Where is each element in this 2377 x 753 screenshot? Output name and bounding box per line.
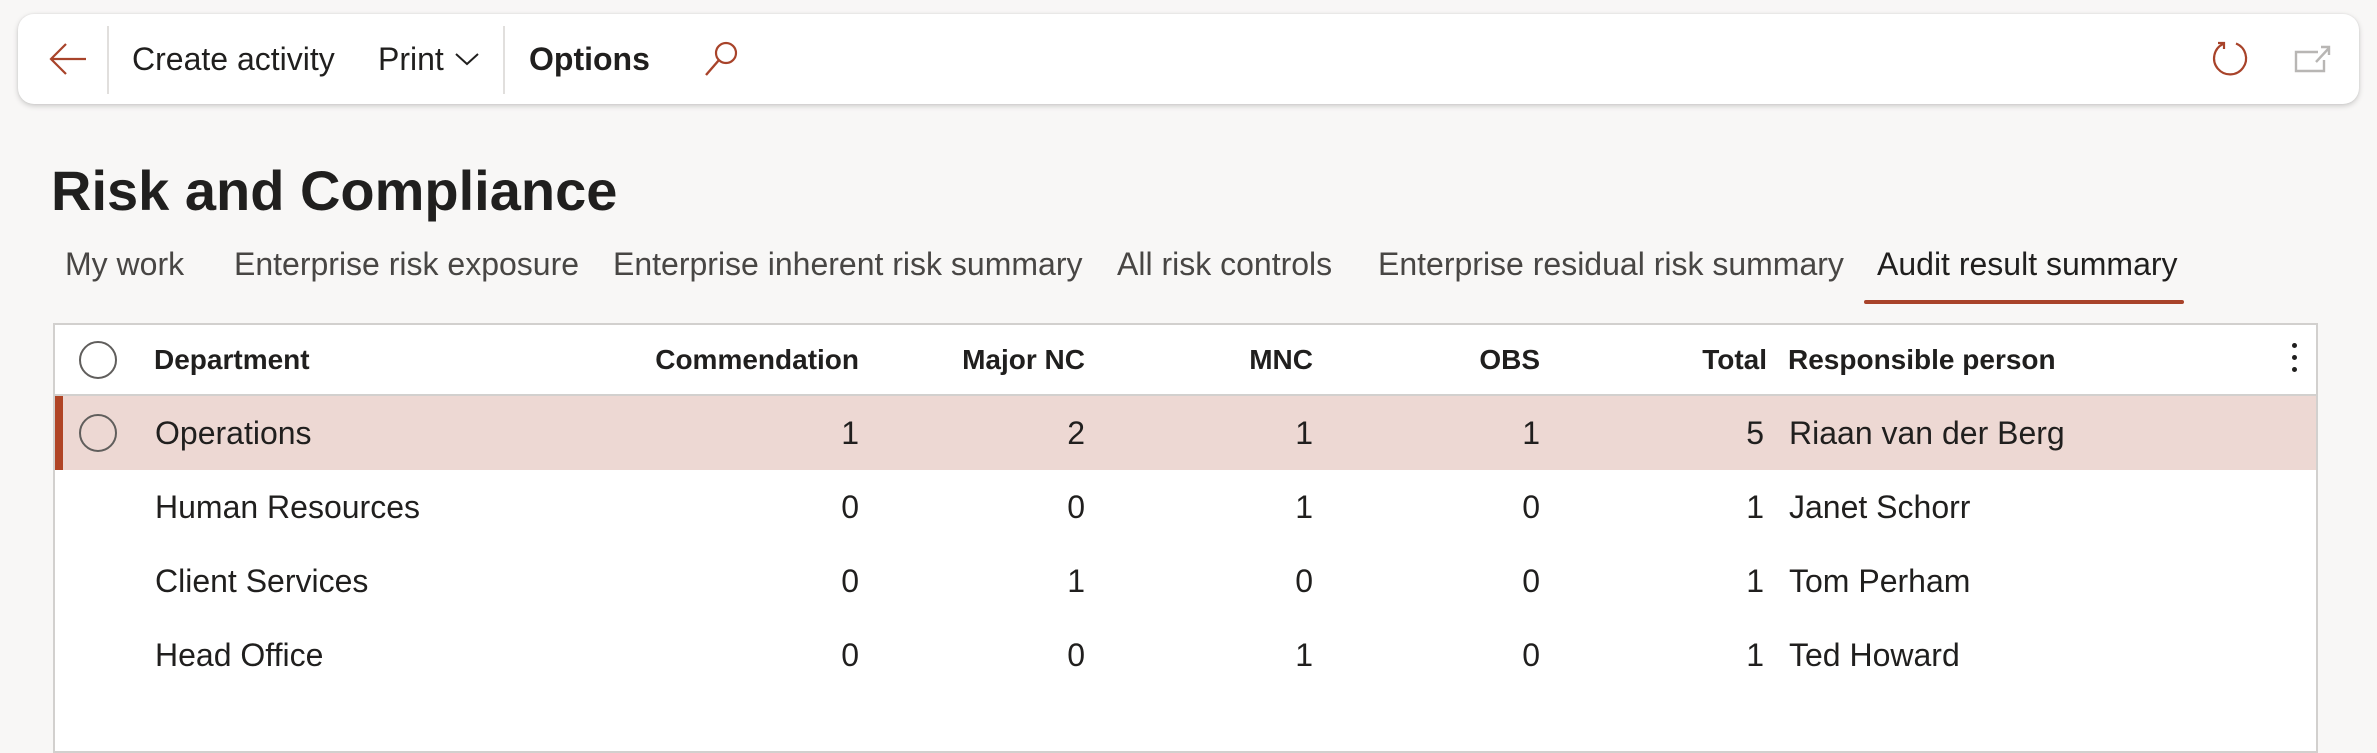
major-nc-cell: 2 bbox=[1067, 414, 1085, 451]
obs-cell: 1 bbox=[1522, 414, 1540, 451]
tab-enterprise-residual-risk-summary[interactable]: Enterprise residual risk summary bbox=[1378, 246, 1844, 298]
search-button[interactable] bbox=[702, 14, 740, 104]
search-icon bbox=[702, 40, 740, 78]
major-nc-cell: 1 bbox=[1067, 562, 1085, 599]
chevron-down-icon bbox=[454, 51, 480, 67]
column-header-department[interactable]: Department bbox=[154, 325, 310, 394]
action-pane: Create activity Print Options bbox=[18, 14, 2359, 104]
mnc-cell: 1 bbox=[1295, 636, 1313, 673]
create-activity-button[interactable]: Create activity bbox=[132, 14, 335, 104]
commendation-cell: 0 bbox=[841, 488, 859, 525]
department-cell[interactable]: Head Office bbox=[155, 618, 323, 692]
responsible-person-cell: Ted Howard bbox=[1789, 636, 1960, 673]
major-nc-cell: 0 bbox=[1067, 488, 1085, 525]
toolbar-divider bbox=[503, 26, 505, 94]
tab-enterprise-risk-exposure[interactable]: Enterprise risk exposure bbox=[234, 246, 579, 298]
responsible-person-cell: Riaan van der Berg bbox=[1789, 414, 2065, 451]
commendation-cell: 0 bbox=[841, 636, 859, 673]
obs-cell: 0 bbox=[1522, 488, 1540, 525]
refresh-icon bbox=[2210, 39, 2250, 79]
table-row[interactable]: Operations 1 2 1 1 5 Riaan van der Berg bbox=[55, 396, 2316, 470]
total-cell: 1 bbox=[1746, 636, 1764, 673]
tab-all-risk-controls[interactable]: All risk controls bbox=[1117, 246, 1332, 298]
active-tab-indicator bbox=[1864, 300, 2184, 304]
table-row[interactable]: Head Office 0 0 1 0 1 Ted Howard bbox=[55, 618, 2316, 692]
mnc-cell: 0 bbox=[1295, 562, 1313, 599]
column-header-total[interactable]: Total bbox=[1567, 325, 1767, 394]
audit-result-grid: Department Commendation Major NC MNC OBS… bbox=[53, 323, 2318, 753]
toolbar-divider bbox=[107, 26, 109, 94]
arrow-left-icon bbox=[48, 42, 88, 76]
department-cell[interactable]: Human Resources bbox=[155, 470, 420, 544]
table-row[interactable]: Human Resources 0 0 1 0 1 Janet Schorr bbox=[55, 470, 2316, 544]
tab-audit-result-summary[interactable]: Audit result summary bbox=[1877, 246, 2178, 298]
department-cell[interactable]: Client Services bbox=[155, 544, 368, 618]
print-menu-button[interactable]: Print bbox=[378, 14, 480, 104]
commendation-cell: 0 bbox=[841, 562, 859, 599]
obs-cell: 0 bbox=[1522, 562, 1540, 599]
options-label: Options bbox=[529, 40, 650, 77]
tab-my-work[interactable]: My work bbox=[65, 246, 184, 298]
major-nc-cell: 0 bbox=[1067, 636, 1085, 673]
tab-enterprise-inherent-risk-summary[interactable]: Enterprise inherent risk summary bbox=[613, 246, 1082, 298]
column-header-commendation[interactable]: Commendation bbox=[615, 325, 859, 394]
refresh-button[interactable] bbox=[2210, 14, 2250, 104]
open-in-new-window-button[interactable] bbox=[2294, 14, 2332, 104]
page-title: Risk and Compliance bbox=[51, 159, 618, 222]
create-activity-label: Create activity bbox=[132, 40, 335, 77]
responsible-person-cell: Janet Schorr bbox=[1789, 488, 1971, 525]
column-header-mnc[interactable]: MNC bbox=[1113, 325, 1313, 394]
grid-header-row: Department Commendation Major NC MNC OBS… bbox=[55, 325, 2316, 396]
total-cell: 1 bbox=[1746, 562, 1764, 599]
select-all-checkbox[interactable] bbox=[79, 341, 117, 379]
print-label: Print bbox=[378, 40, 444, 77]
total-cell: 1 bbox=[1746, 488, 1764, 525]
open-in-new-window-icon bbox=[2294, 44, 2332, 74]
tab-strip: My work Enterprise risk exposure Enterpr… bbox=[0, 246, 2377, 306]
column-header-obs[interactable]: OBS bbox=[1340, 325, 1540, 394]
more-vertical-icon[interactable] bbox=[2284, 343, 2304, 383]
total-cell: 5 bbox=[1746, 414, 1764, 451]
table-row[interactable]: Client Services 0 1 0 0 1 Tom Perham bbox=[55, 544, 2316, 618]
department-cell[interactable]: Operations bbox=[155, 396, 312, 470]
back-button[interactable] bbox=[46, 14, 90, 104]
commendation-cell: 1 bbox=[841, 414, 859, 451]
options-tab[interactable]: Options bbox=[529, 14, 650, 104]
row-select-checkbox[interactable] bbox=[79, 414, 117, 452]
column-header-major-nc[interactable]: Major NC bbox=[885, 325, 1085, 394]
mnc-cell: 1 bbox=[1295, 488, 1313, 525]
column-header-responsible-person[interactable]: Responsible person bbox=[1788, 325, 2056, 394]
selected-row-indicator bbox=[55, 396, 63, 470]
obs-cell: 0 bbox=[1522, 636, 1540, 673]
mnc-cell: 1 bbox=[1295, 414, 1313, 451]
responsible-person-cell: Tom Perham bbox=[1789, 562, 1971, 599]
